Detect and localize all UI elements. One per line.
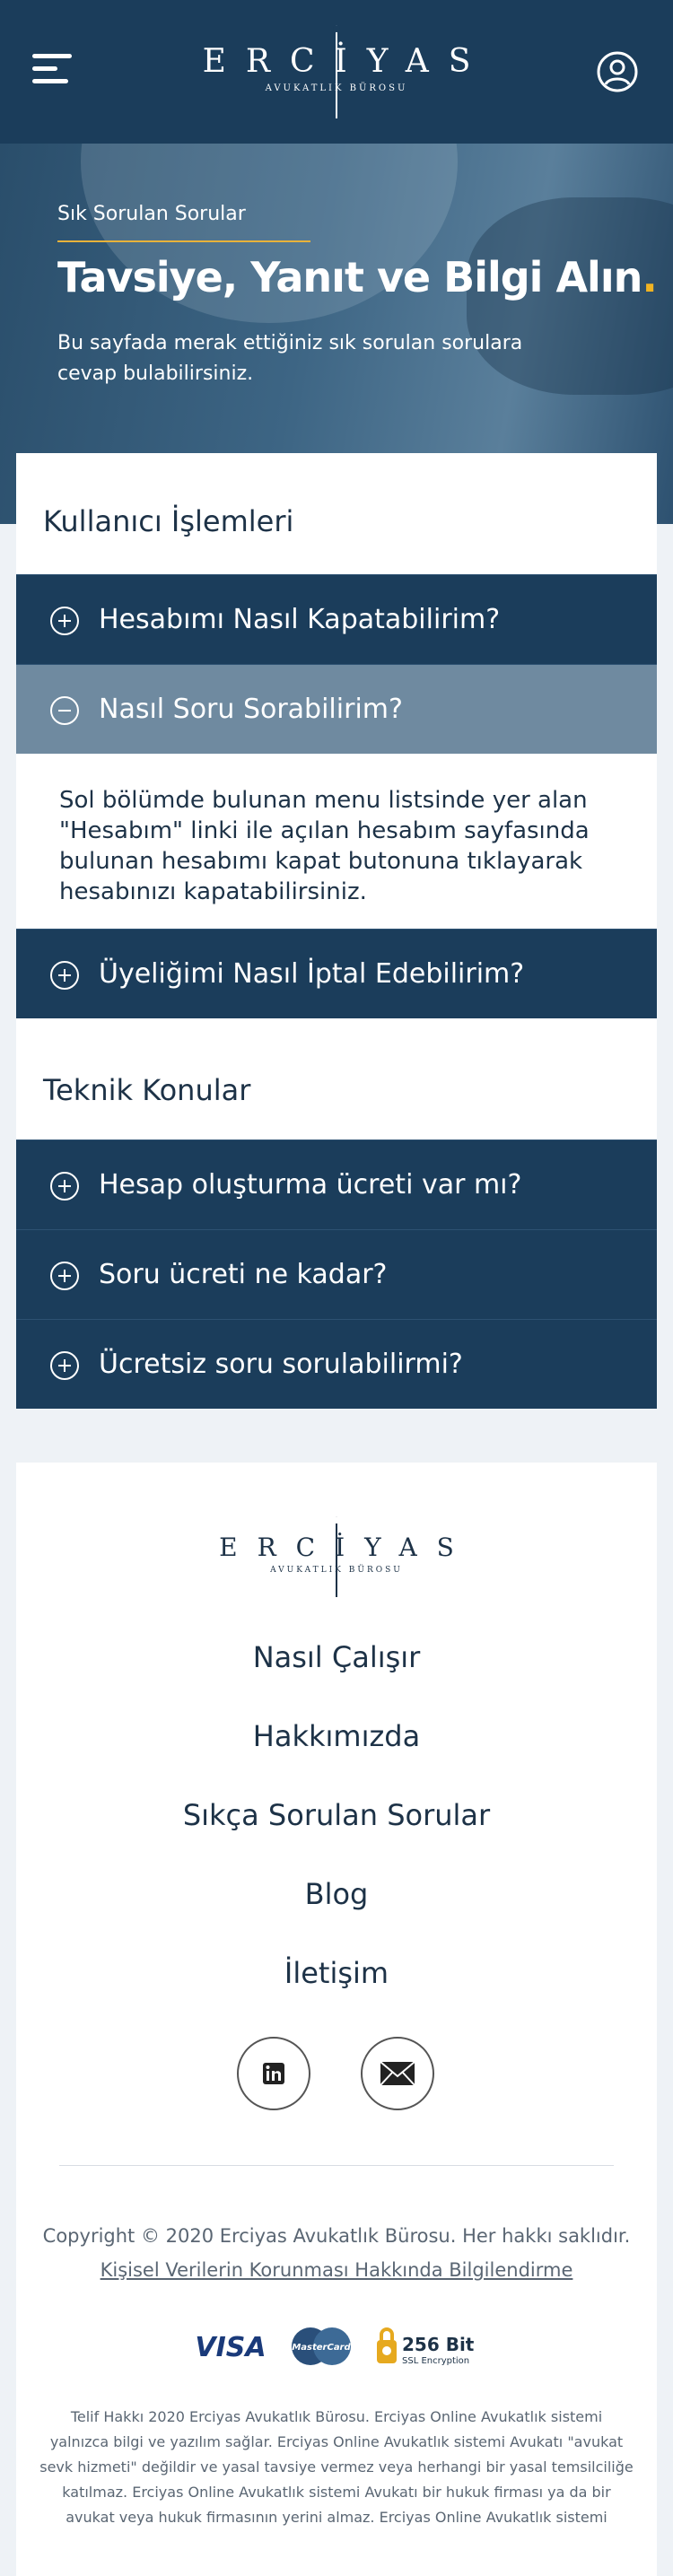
faq-item-expanded[interactable]: Nasıl Soru Sorabilirim? (16, 664, 657, 754)
plus-circle-icon (50, 607, 79, 635)
plus-circle-icon (50, 1351, 79, 1380)
faq-question: Soru ücreti ne kadar? (99, 1259, 388, 1290)
ssl-badge: 256 Bit SSL Encryption (377, 2327, 475, 2366)
linkedin-icon (263, 2063, 284, 2084)
mail-button[interactable] (361, 2037, 434, 2110)
logo-mark (333, 25, 340, 118)
site-logo[interactable]: ERCİYAS AVUKATLIK BÜROSU (175, 25, 498, 124)
logo-mark (333, 1516, 340, 1597)
faq-item[interactable]: Hesap oluşturma ücreti var mı? (16, 1140, 657, 1229)
kvkk-link[interactable]: Kişisel Verilerin Korunması Hakkında Bil… (16, 2259, 657, 2281)
hero-description: Bu sayfada merak ettiğiniz sık sorulan s… (57, 332, 523, 385)
mastercard-text: MasterCard (292, 2343, 351, 2353)
visa-logo: VISA (195, 2332, 266, 2363)
user-circle-icon[interactable] (596, 50, 639, 93)
copyright-text: Copyright © 2020 Erciyas Avukatlık Büros… (42, 2225, 631, 2247)
footer-link-contact[interactable]: İletişim (16, 1956, 657, 1990)
faq-question: Üyeliğimi Nasıl İptal Edebilirim? (99, 958, 525, 990)
faq-item[interactable]: Üyeliğimi Nasıl İptal Edebilirim? (16, 929, 657, 1018)
hero-kicker: Sık Sorulan Sorular (57, 203, 246, 225)
faq-question: Hesabımı Nasıl Kapatabilirim? (99, 604, 501, 635)
ssl-title: 256 Bit (402, 2334, 475, 2355)
faq-question: Ücretsiz soru sorulabilirmi? (99, 1349, 463, 1380)
hero-title: Tavsiye, Yanıt ve Bilgi Alın. (57, 253, 658, 301)
hamburger-menu-icon[interactable] (32, 54, 72, 90)
faq-question: Nasıl Soru Sorabilirim? (99, 694, 403, 725)
faq-item[interactable]: Soru ücreti ne kadar? (16, 1229, 657, 1319)
footer-link-about[interactable]: Hakkımızda (16, 1719, 657, 1753)
plus-circle-icon (50, 1172, 79, 1201)
section-title: Kullanıcı İşlemleri (43, 504, 294, 538)
minus-circle-icon (50, 696, 79, 725)
footer-link-faq[interactable]: Sıkça Sorulan Sorular (16, 1798, 657, 1832)
faq-item[interactable]: Hesabımı Nasıl Kapatabilirim? (16, 574, 657, 664)
faq-item[interactable]: Ücretsiz soru sorulabilirmi? (16, 1319, 657, 1409)
faq-answer: Sol bölümde bulunan menu listsinde yer a… (59, 787, 590, 905)
mail-icon (380, 2061, 415, 2086)
linkedin-button[interactable] (237, 2037, 310, 2110)
plus-circle-icon (50, 1262, 79, 1290)
footer-logo[interactable]: ERCİYAS AVUKATLIK BÜROSU (175, 1516, 498, 1597)
section-title: Teknik Konular (43, 1073, 251, 1107)
footer-link-blog[interactable]: Blog (16, 1877, 657, 1911)
mastercard-logo: MasterCard (292, 2327, 352, 2365)
footer-divider (59, 2165, 614, 2166)
footer-link-how-it-works[interactable]: Nasıl Çalışır (16, 1640, 657, 1674)
visa-text: VISA (195, 2332, 266, 2363)
kvkk-link-text[interactable]: Kişisel Verilerin Korunması Hakkında Bil… (101, 2259, 573, 2281)
ssl-subtitle: SSL Encryption (402, 2356, 469, 2366)
plus-circle-icon (50, 961, 79, 990)
hero-title-dot: . (642, 253, 658, 301)
hero-divider (57, 240, 310, 242)
faq-question: Hesap oluşturma ücreti var mı? (99, 1169, 522, 1201)
hero-title-text: Tavsiye, Yanıt ve Bilgi Alın (57, 253, 642, 301)
legal-disclaimer: Telif Hakkı 2020 Erciyas Avukatlık Büros… (39, 2408, 634, 2526)
top-header: ERCİYAS AVUKATLIK BÜROSU (0, 0, 673, 144)
